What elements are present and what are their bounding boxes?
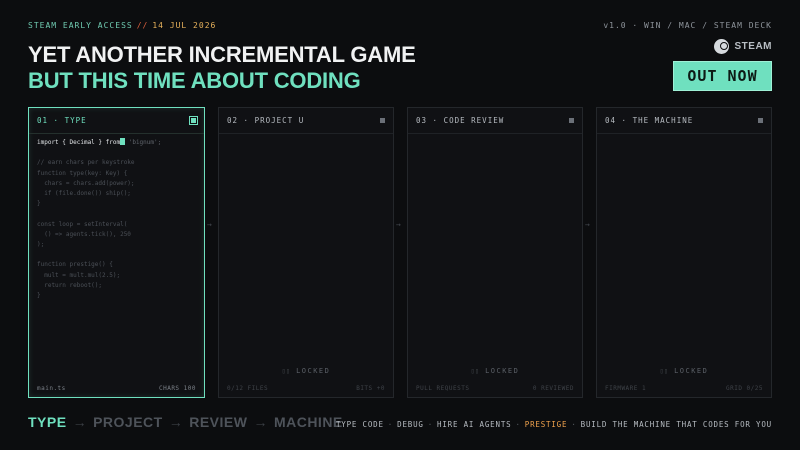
tagline-item: TYPE CODE	[335, 420, 384, 429]
out-now-button[interactable]: OUT NOW	[673, 61, 772, 91]
pull-requests-label: PULL REQUESTS	[416, 385, 470, 392]
panel-machine[interactable]: 04 · THE MACHINE ▯▯ LOCKED FIRMWARE 1 GRI…	[596, 107, 772, 398]
firmware-label: FIRMWARE 1	[605, 385, 647, 392]
platforms-label: v1.0 · WIN / MAC / STEAM DECK	[603, 21, 772, 30]
code-line: if (file.done()) ship();	[37, 190, 131, 198]
step-type[interactable]: TYPE	[28, 414, 67, 430]
divider	[597, 133, 771, 134]
step-arrow-icon: →	[72, 414, 88, 430]
panel-footer: FIRMWARE 1 GRID 0/25	[605, 385, 763, 392]
code-line: function type(key: Key) {	[37, 169, 128, 177]
tagline-item: HIRE AI AGENTS	[437, 420, 512, 429]
code-line: const loop = setInterval(	[37, 220, 128, 228]
lock-icon: ▯▯	[470, 367, 480, 375]
code-line: mult = mult.mul(2.5);	[37, 271, 121, 279]
panel-header: 04 · THE MACHINE	[605, 116, 763, 128]
files-counter: 0/12 FILES	[227, 385, 269, 392]
text-cursor	[120, 138, 126, 145]
panel-header: 03 · CODE REVIEW	[416, 116, 574, 128]
panel-code-review[interactable]: 03 · CODE REVIEW ▯▯ LOCKED PULL REQUESTS …	[407, 107, 583, 398]
locked-label: ▯▯ LOCKED	[281, 367, 331, 375]
early-access-label: STEAM EARLY ACCESS	[28, 21, 133, 30]
chars-counter: CHARS 100	[158, 385, 196, 392]
panel-title: 02 · PROJECT U	[227, 116, 305, 125]
code-line: return reboot();	[37, 281, 103, 289]
code-import-source: 'bignum';	[128, 139, 162, 146]
steam-link[interactable]: STEAM	[713, 39, 773, 54]
tagline-item-highlight: PRESTIGE	[524, 420, 568, 429]
steam-icon	[713, 39, 729, 54]
flow-arrow-icon: →	[585, 220, 590, 229]
steam-label: STEAM	[734, 41, 772, 52]
panel-title: 04 · THE MACHINE	[605, 116, 694, 125]
status-indicator-icon	[758, 118, 763, 123]
panel-project[interactable]: 02 · PROJECT U ▯▯ LOCKED 0/12 FILES BITS …	[218, 107, 394, 398]
step-review[interactable]: REVIEW	[189, 414, 247, 430]
tagline-item: DEBUG	[397, 420, 424, 429]
step-arrow-icon: →	[253, 414, 268, 430]
status-indicator-icon	[569, 118, 574, 123]
feature-tagline: TYPE CODE · DEBUG · HIRE AI AGENTS · PRESTIGE ·…	[335, 420, 772, 429]
grid-counter: GRID 0/25	[725, 385, 763, 392]
locked-label: ▯▯ LOCKED	[470, 367, 520, 375]
code-editor[interactable]: import { Decimal } from 'bignum'; // ear…	[37, 138, 161, 301]
panel-header: 01 · TYPE	[37, 116, 196, 128]
code-line: }	[37, 200, 41, 208]
code-line: chars = chars.add(power);	[37, 179, 135, 187]
code-line: () => agents.tick(), 250	[37, 230, 131, 238]
panel-title: 01 · TYPE	[37, 116, 87, 125]
panel-footer: PULL REQUESTS 0 REVIEWED	[416, 385, 574, 392]
code-line: }	[37, 292, 41, 300]
lock-icon: ▯▯	[281, 367, 291, 375]
file-name: main.ts	[37, 385, 66, 392]
divider	[29, 133, 204, 134]
headline-line-1: YET ANOTHER INCREMENTAL GAME	[28, 42, 416, 67]
top-bar: STEAM EARLY ACCESS//14 JUL 2026 v1.0 · W…	[28, 21, 772, 33]
panel-title: 03 · CODE REVIEW	[416, 116, 505, 125]
code-import: import { Decimal } from	[37, 139, 121, 146]
step-machine[interactable]: MACHINE	[274, 414, 343, 430]
reviewed-counter: 0 REVIEWED	[532, 385, 574, 392]
panel-footer: main.ts CHARS 100	[37, 385, 196, 392]
code-line: );	[37, 241, 45, 249]
flow-arrow-icon: →	[396, 220, 401, 229]
release-date: 14 JUL 2026	[152, 21, 217, 30]
step-arrow-icon: →	[168, 414, 184, 430]
separator: //	[136, 21, 149, 30]
bits-counter: BITS +0	[356, 385, 385, 392]
tagline-item: BUILD THE MACHINE THAT CODES FOR YOU	[580, 420, 772, 429]
code-line: function prestige() {	[37, 261, 113, 269]
panel-header: 02 · PROJECT U	[227, 116, 385, 128]
status-indicator-icon	[380, 118, 385, 123]
code-line: // earn chars per keystroke	[37, 159, 135, 167]
panel-type[interactable]: 01 · TYPE import { Decimal } from 'bignu…	[28, 107, 205, 398]
status-indicator-icon	[191, 118, 196, 123]
stage-steps: TYPE → PROJECT → REVIEW → MACHINE	[28, 414, 343, 430]
headline: YET ANOTHER INCREMENTAL GAME BUT THIS TI…	[28, 42, 416, 94]
lock-icon: ▯▯	[659, 367, 669, 375]
panel-footer: 0/12 FILES BITS +0	[227, 385, 385, 392]
headline-line-2: BUT THIS TIME ABOUT CODING	[28, 68, 361, 93]
flow-arrow-icon: →	[207, 220, 212, 229]
divider	[408, 133, 582, 134]
locked-label: ▯▯ LOCKED	[659, 367, 709, 375]
step-project[interactable]: PROJECT	[93, 414, 163, 430]
release-info: STEAM EARLY ACCESS//14 JUL 2026	[28, 21, 216, 30]
divider	[219, 133, 393, 134]
